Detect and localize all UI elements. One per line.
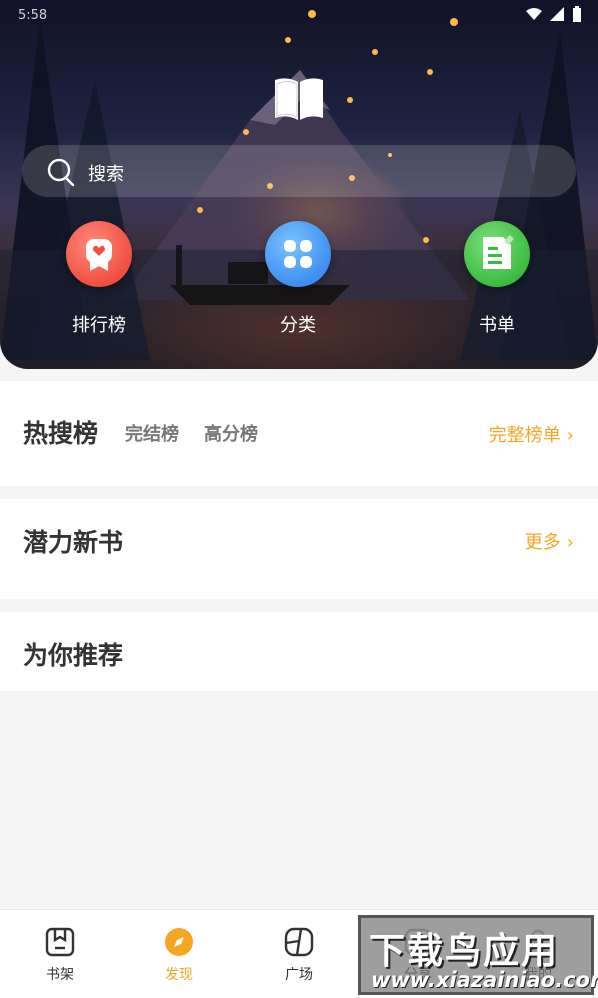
ranking-entry[interactable]: 排行榜 <box>39 221 159 341</box>
more-link[interactable]: 更多 › <box>525 528 574 554</box>
chevron-right-icon: › <box>566 532 574 553</box>
nav-label: 发现 <box>165 967 193 983</box>
hero-banner: 5:58 搜索 排行榜 分类 书单 <box>0 0 598 369</box>
nav-discover[interactable]: 发现 <box>119 926 239 996</box>
potential-new-books-section: 潜力新书 更多 › <box>0 499 598 599</box>
booklist-icon <box>464 221 530 287</box>
booklist-entry[interactable]: 书单 <box>437 221 557 341</box>
battery-icon <box>573 6 581 22</box>
search-icon <box>47 158 75 187</box>
compass-icon <box>165 928 193 956</box>
recommend-section: 为你推荐 <box>0 612 598 691</box>
ranking-icon <box>66 221 132 287</box>
site-watermark: 下载鸟应用 www.xiazainiao.com <box>358 915 598 995</box>
watermark-title: 下载鸟应用 <box>369 930 560 972</box>
bookshelf-icon <box>45 927 75 957</box>
tab-completed[interactable]: 完结榜 <box>125 420 179 446</box>
status-time: 5:58 <box>18 8 48 23</box>
chevron-right-icon: › <box>566 425 574 446</box>
hot-search-section: 热搜榜 完结榜 高分榜 完整榜单 › <box>0 381 598 486</box>
section-title: 潜力新书 <box>23 528 124 557</box>
wifi-icon <box>526 8 542 20</box>
status-icons <box>526 6 582 22</box>
booklist-label: 书单 <box>479 315 515 336</box>
search-placeholder: 搜索 <box>88 164 124 185</box>
signal-icon <box>550 7 564 21</box>
category-label: 分类 <box>280 315 316 336</box>
app-logo-book-icon <box>275 78 323 120</box>
nav-label: 广场 <box>285 967 313 983</box>
more-label: 更多 <box>524 532 561 553</box>
search-bar[interactable]: 搜索 <box>22 145 576 197</box>
tab-hot-search[interactable]: 热搜榜 <box>23 414 98 450</box>
nav-square[interactable]: 广场 <box>239 926 359 996</box>
square-icon <box>284 927 314 957</box>
full-ranking-label: 完整榜单 <box>488 425 561 446</box>
status-bar: 5:58 <box>0 0 598 32</box>
section-title: 为你推荐 <box>23 641 124 670</box>
nav-label: 书架 <box>46 967 74 983</box>
watermark-url: www.xiazainiao.com <box>371 968 598 992</box>
category-entry[interactable]: 分类 <box>238 221 358 341</box>
category-icon <box>265 221 331 287</box>
tab-high-score[interactable]: 高分榜 <box>204 420 258 446</box>
ranking-label: 排行榜 <box>72 315 126 336</box>
nav-bookshelf[interactable]: 书架 <box>0 926 120 996</box>
full-ranking-link[interactable]: 完整榜单 › <box>489 421 574 447</box>
